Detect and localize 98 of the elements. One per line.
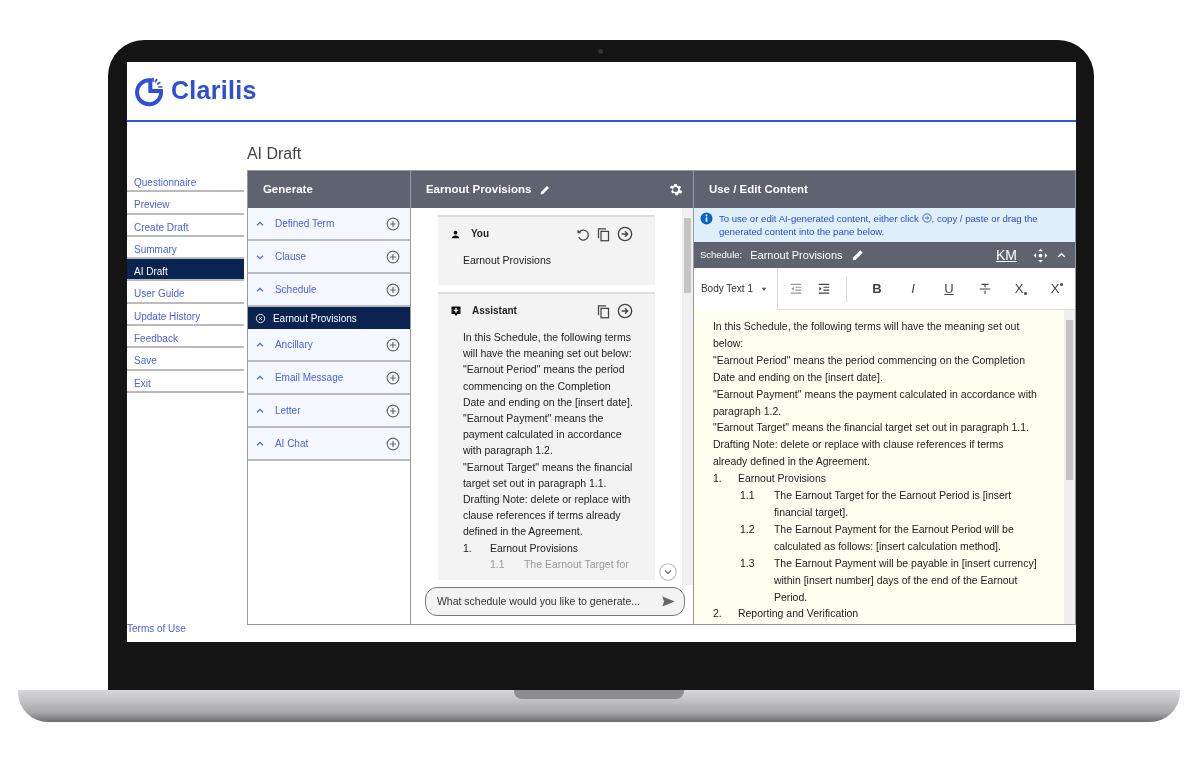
schedule-title: Earnout Provisions — [750, 247, 843, 263]
section-label: AI Chat — [274, 437, 310, 451]
toolbar-button[interactable]: X — [1003, 275, 1039, 302]
add-icon[interactable] — [385, 436, 400, 451]
list-number: 1.2 — [739, 521, 756, 537]
section-label: Defined Term — [274, 217, 336, 231]
camera-icon — [598, 49, 603, 54]
pencil-icon[interactable] — [850, 248, 865, 262]
notice-text: To use or edit AI-generated content, either click , copy / paste or drag the generated content into the pane below. — [718, 212, 1039, 238]
copy-icon[interactable] — [595, 226, 611, 242]
section-label: Email Message — [274, 371, 345, 385]
list-text: The Earnout Target for — [523, 556, 629, 572]
arrow-right-icon[interactable] — [616, 303, 633, 319]
document-text: "Earnout Payment" means the payment calculated in accordance with paragraph 1.2. — [712, 386, 1038, 419]
accordion-item[interactable]: Clause — [247, 241, 410, 274]
accordion-item[interactable]: Ancillary — [247, 329, 410, 362]
outdent-icon — [789, 281, 803, 296]
add-icon[interactable] — [385, 337, 400, 352]
chat-input[interactable]: What schedule would you like to generate... — [424, 587, 685, 616]
message-text: Drafting Note: delete or replace with clause references if terms already defined in the Agreement. — [462, 492, 632, 540]
message-text: "Earnout Period" means the period commencing on the Completion Date and ending on the [insert date]. — [462, 362, 633, 410]
message-text: Earnout Provisions — [462, 253, 553, 268]
list-text: The Earnout Target for the Earnout Period is [insert financial target]. — [773, 488, 1013, 520]
list-number: 2. — [712, 606, 723, 622]
copy-icon[interactable] — [595, 303, 611, 319]
list-text: The Earnout Payment for the Earnout Period will be calculated as follows: [insert calculation method]. — [773, 521, 1015, 554]
info-icon — [699, 212, 713, 225]
indent-icon — [817, 281, 831, 296]
chat-title: Earnout Provisions — [425, 181, 532, 197]
section-label: Clause — [274, 250, 308, 264]
person-icon — [449, 228, 461, 240]
strikethrough-icon — [978, 281, 992, 296]
panel-title: Generate — [262, 181, 313, 197]
move-icon[interactable] — [1033, 247, 1048, 263]
arrow-right-icon — [921, 213, 932, 223]
tree-item[interactable]: Earnout Provisions — [247, 307, 410, 329]
list-text: Earnout Provisions — [489, 540, 579, 556]
nav-link[interactable]: Update History — [127, 303, 244, 327]
scrollbar[interactable] — [681, 208, 693, 585]
message-author: You — [470, 226, 491, 241]
nav-link[interactable]: User Guide — [127, 281, 244, 304]
document-text: Drafting Note: delete or replace with clause references if terms already defined in the Agreement. — [712, 437, 1005, 470]
message-text: In this Schedule, the following terms will have the meaning set out below: — [462, 330, 633, 362]
list-number: 1.1 — [489, 556, 506, 572]
nav-link[interactable]: Feedback — [127, 326, 244, 349]
accordion-item[interactable]: Email Message — [247, 362, 410, 395]
list-text: Earnout Provisions — [737, 471, 827, 487]
accordion-item[interactable]: AI Chat — [247, 428, 410, 461]
arrow-right-icon[interactable] — [616, 226, 633, 242]
toolbar-button[interactable]: B — [859, 275, 895, 302]
list-number: 1. — [712, 471, 723, 487]
scroll-down-icon[interactable] — [658, 563, 677, 581]
km-link[interactable]: KM — [996, 244, 1017, 266]
logo-icon — [133, 75, 165, 107]
toolbar-button[interactable]: X — [1039, 275, 1075, 302]
add-icon[interactable] — [385, 370, 400, 385]
document-text: In this Schedule, the following terms will have the meaning set out below: — [712, 319, 1021, 351]
nav-link[interactable]: Preview — [127, 192, 244, 215]
nav-link[interactable]: AI Draft — [127, 259, 244, 282]
add-icon[interactable] — [385, 282, 400, 297]
panel-title: Use / Edit Content — [708, 181, 808, 197]
add-icon[interactable] — [385, 216, 400, 231]
page-title: AI Draft — [246, 144, 303, 164]
message-author: Assistant — [471, 303, 518, 318]
add-icon[interactable] — [385, 403, 400, 418]
list-text: Reporting and Verification — [737, 606, 859, 622]
toolbar-button[interactable]: I — [895, 275, 931, 302]
section-label: Ancillary — [274, 338, 314, 352]
list-number: 1.3 — [739, 555, 756, 571]
message-text: "Earnout Payment" means the payment calculated in accordance with paragraph 1.2. — [462, 411, 623, 459]
nav-link[interactable]: Save — [127, 348, 244, 371]
remove-icon[interactable] — [254, 312, 266, 324]
send-icon[interactable] — [660, 594, 676, 609]
section-label: Letter — [274, 404, 302, 418]
list-number: 1. — [462, 540, 473, 556]
add-icon[interactable] — [385, 249, 400, 264]
scrollbar[interactable] — [1064, 310, 1075, 624]
schedule-label: Schedule: — [699, 247, 743, 262]
toolbar-button[interactable]: U — [931, 275, 967, 302]
chat-bubble-icon — [449, 305, 462, 317]
list-text: The Earnout Payment will be payable in [insert currency] within [insert number] days of the end of the Earnout Period. — [773, 555, 1038, 605]
message-text: "Earnout Target" means the financial target set out in paragraph 1.1. — [462, 459, 633, 491]
nav-link[interactable]: Exit — [127, 370, 244, 393]
brand-name: Clarilis — [171, 75, 257, 107]
list-number: 1.1 — [739, 488, 756, 504]
style-dropdown[interactable]: Body Text 1 — [693, 267, 778, 310]
settings-icon[interactable] — [667, 182, 683, 197]
pencil-icon[interactable] — [539, 183, 552, 196]
nav-link[interactable]: Create Draft — [127, 214, 244, 237]
document-text: "Earnout Period" means the period commencing on the Completion Date and ending on the [insert date]. — [712, 352, 1027, 385]
item-label: Earnout Provisions — [272, 311, 357, 326]
document-text: "Earnout Target" means the financial target set out in paragraph 1.1. — [712, 420, 1030, 436]
accordion-item[interactable]: Letter — [247, 395, 410, 428]
accordion-item[interactable]: Schedule — [247, 274, 410, 307]
accordion-item[interactable]: Defined Term — [247, 208, 410, 241]
section-label: Schedule — [274, 283, 318, 297]
nav-link[interactable]: Questionnaire — [127, 170, 244, 193]
footer-link[interactable]: Terms of Use — [127, 621, 244, 642]
